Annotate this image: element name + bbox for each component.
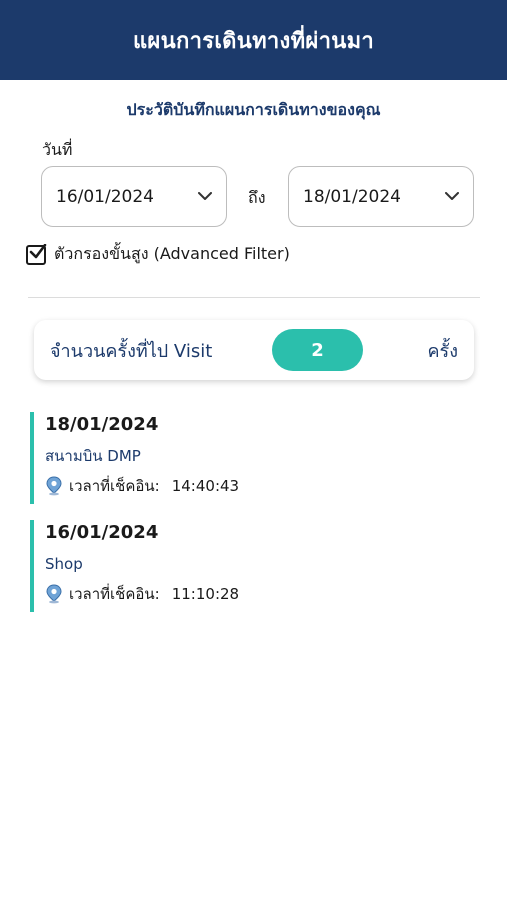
list-item[interactable]: 18/01/2024 สนามบิน DMP เวลาที่เช็คอิน: 1… [30, 412, 470, 504]
location-pin-icon [46, 476, 62, 496]
divider [28, 297, 480, 298]
visit-summary-card: จำนวนครั้งที่ไป Visit 2 ครั้ง [34, 320, 474, 380]
checkin-time: 14:40:43 [171, 477, 240, 495]
to-date-select[interactable]: 18/01/2024 [288, 166, 474, 227]
entry-place: Shop [45, 555, 83, 573]
advanced-filter-checkbox[interactable] [26, 243, 47, 265]
date-label: วันที่ [42, 140, 73, 159]
checkin-label: เวลาที่เช็คอิน: [69, 585, 160, 603]
checkin-label: เวลาที่เช็คอิน: [69, 477, 160, 495]
from-date-value: 16/01/2024 [56, 186, 154, 207]
visit-count-label: จำนวนครั้งที่ไป Visit [50, 340, 213, 362]
entry-date: 16/01/2024 [45, 522, 159, 543]
visit-count-badge: 2 [272, 329, 363, 371]
location-pin-icon [46, 584, 62, 604]
app-header: แผนการเดินทางที่ผ่านมา [0, 0, 507, 80]
checkin-time: 11:10:28 [171, 585, 240, 603]
to-date-value: 18/01/2024 [303, 186, 401, 207]
to-label: ถึง [248, 188, 266, 207]
from-date-select[interactable]: 16/01/2024 [41, 166, 227, 227]
entry-place: สนามบิน DMP [45, 447, 141, 465]
check-icon [29, 243, 47, 258]
advanced-filter-toggle[interactable]: ตัวกรองขั้นสูง (Advanced Filter) [26, 242, 290, 267]
checkin-row: เวลาที่เช็คอิน: 14:40:43 [45, 474, 470, 498]
chevron-down-icon [445, 190, 459, 204]
checkin-row: เวลาที่เช็คอิน: 11:10:28 [45, 582, 470, 606]
visit-count-unit: ครั้ง [427, 340, 459, 362]
advanced-filter-label: ตัวกรองขั้นสูง (Advanced Filter) [54, 244, 290, 263]
history-subtitle: ประวัติบันทึกแผนการเดินทางของคุณ [126, 100, 381, 119]
chevron-down-icon [198, 190, 212, 204]
entry-date: 18/01/2024 [45, 414, 159, 435]
list-item[interactable]: 16/01/2024 Shop เวลาที่เช็คอิน: 11:10:28 [30, 520, 470, 612]
page-title: แผนการเดินทางที่ผ่านมา [132, 28, 375, 54]
